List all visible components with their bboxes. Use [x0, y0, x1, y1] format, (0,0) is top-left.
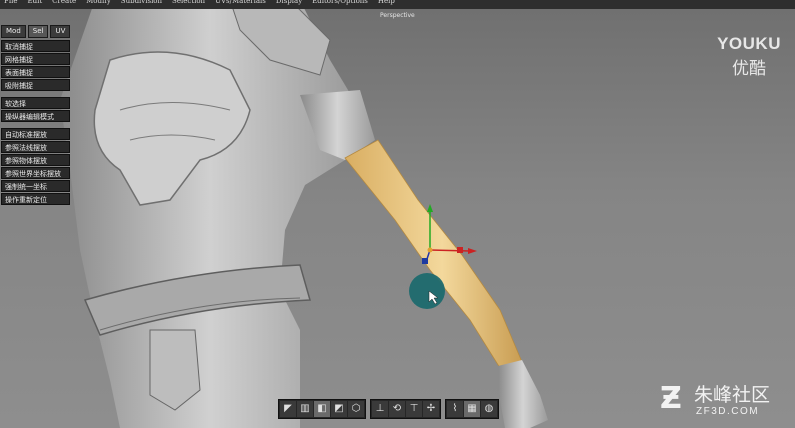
soft-select-button[interactable]: 软选择	[1, 97, 70, 109]
menu-subdivision[interactable]: Subdivision	[117, 0, 168, 9]
cube-view-icon[interactable]: ⬡	[348, 401, 364, 417]
move-tool-icon[interactable]: ⊥	[372, 401, 388, 417]
universal-tool-icon[interactable]: ✢	[423, 401, 439, 417]
smooth-shade-icon[interactable]: ▦	[464, 401, 480, 417]
zf3d-url: ZF3D.COM	[696, 406, 760, 417]
menu-edit[interactable]: Edit	[23, 0, 48, 9]
zf3d-logo-icon: Ƶ	[660, 381, 682, 416]
scale-tool-icon[interactable]: ⊤	[406, 401, 422, 417]
top-view-icon[interactable]: ◤	[280, 401, 296, 417]
attach-snap-button[interactable]: 吸附捕捉	[1, 79, 70, 91]
wireframe-icon[interactable]: ⌇	[447, 401, 463, 417]
menu-selection[interactable]: Selection	[168, 0, 211, 9]
shading-tools: ⌇ ▦ ◍	[445, 399, 499, 419]
textured-icon[interactable]: ◍	[481, 401, 497, 417]
menu-modify[interactable]: Modify	[82, 0, 117, 9]
bottom-toolbar: ◤ ▥ ◧ ◩ ⬡ ⊥ ⟲ ⊤ ✢ ⌇ ▦ ◍	[278, 399, 499, 419]
panel-tabs: Mod Sel UV	[1, 25, 73, 38]
menu-display[interactable]: Display	[272, 0, 308, 9]
force-unify-coord-button[interactable]: 强制统一坐标	[1, 180, 70, 192]
menu-editors-options[interactable]: Editors/Options	[308, 0, 374, 9]
grid-snap-button[interactable]: 网格捕捉	[1, 53, 70, 65]
youku-logo-cn: 优酷	[732, 59, 767, 79]
world-coord-placement-button[interactable]: 参照世界坐标摆放	[1, 167, 70, 179]
arm-sleeve	[344, 139, 523, 369]
menu-bar: File Edit Create Modify Subdivision Sele…	[0, 0, 795, 9]
rotate-tool-icon[interactable]: ⟲	[389, 401, 405, 417]
side-view-icon[interactable]: ◧	[314, 401, 330, 417]
tab-sel[interactable]: Sel	[27, 25, 49, 38]
menu-help[interactable]: Help	[374, 0, 401, 9]
zf3d-watermark: Ƶ 朱峰社区 ZF3D.COM	[660, 384, 790, 420]
tab-uv[interactable]: UV	[50, 25, 71, 38]
youku-logo-text: YOUKU	[717, 34, 781, 53]
view-tools: ◤ ▥ ◧ ◩ ⬡	[278, 399, 366, 419]
front-view-icon[interactable]: ▥	[297, 401, 313, 417]
auto-standard-placement-button[interactable]: 自动标准摆放	[1, 128, 70, 140]
brush-cursor	[409, 273, 445, 309]
normal-placement-button[interactable]: 参照法线摆放	[1, 141, 70, 153]
youku-watermark: YOUKU 优酷	[717, 34, 781, 79]
tool-panel: Mod Sel UV 取消捕捉 网格捕捉 表面捕捉 吸附捕捉 软选择 操纵器编辑…	[1, 25, 73, 206]
cancel-snap-button[interactable]: 取消捕捉	[1, 40, 70, 52]
surface-snap-button[interactable]: 表面捕捉	[1, 66, 70, 78]
manipulator-edit-button[interactable]: 操纵器编辑模式	[1, 110, 70, 122]
reposition-button[interactable]: 操作重新定位	[1, 193, 70, 205]
tab-mod[interactable]: Mod	[1, 25, 26, 38]
zf3d-name: 朱峰社区	[694, 384, 771, 406]
menu-file[interactable]: File	[0, 0, 23, 9]
viewport-label: Perspective	[380, 12, 415, 19]
hand	[498, 360, 548, 428]
menu-uvs-materials[interactable]: UVs/Materials	[211, 0, 272, 9]
3d-viewport[interactable]: File Edit Create Modify Subdivision Sele…	[0, 0, 795, 428]
model-scene	[60, 0, 548, 428]
object-placement-button[interactable]: 参照物体摆放	[1, 154, 70, 166]
menu-create[interactable]: Create	[48, 0, 82, 9]
transform-tools: ⊥ ⟲ ⊤ ✢	[370, 399, 441, 419]
persp-view-icon[interactable]: ◩	[331, 401, 347, 417]
